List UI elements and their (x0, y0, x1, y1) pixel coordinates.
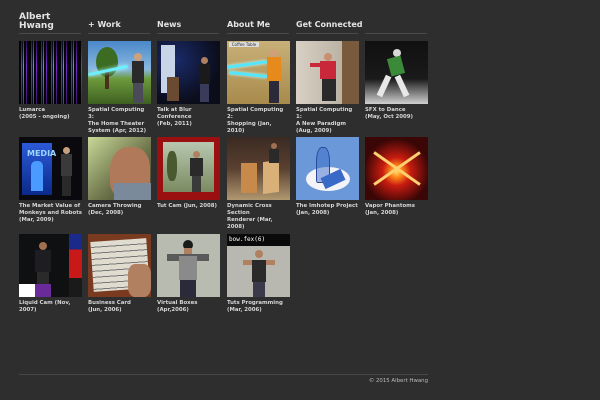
project-thumbnail (365, 41, 428, 104)
project-thumbnail (296, 41, 359, 104)
nav-divider (19, 33, 81, 34)
thumbnail-caption: bow.fex(6) (229, 236, 266, 243)
nav-divider (227, 33, 289, 34)
project-thumbnail: Coffee Table (227, 41, 290, 104)
project-tile-market-value[interactable]: MEDIA The Market Value of Monkeys and Ro… (19, 137, 82, 224)
project-title: Tuts Programming (227, 300, 283, 306)
project-date: (Mar, 2006) (227, 307, 262, 313)
project-tile-tut-cam[interactable]: Tut Cam (Jun, 2008) (157, 137, 220, 210)
project-date: (Jan, 2008) (365, 210, 399, 216)
project-date: (Mar, 2009) (19, 217, 54, 223)
project-tile-business-card[interactable]: Business Card (Jun, 2006) (88, 234, 151, 314)
project-subtitle: The Home Theater (88, 121, 145, 127)
project-thumbnail (19, 41, 82, 104)
thumbnail-caption: MEDIA (27, 149, 57, 158)
project-title: Camera Throwing (88, 203, 142, 209)
project-tile-vapor-phantoms[interactable]: Vapor Phantoms (Jan, 2008) (365, 137, 428, 217)
project-title: Spatial Computing 2: (227, 107, 284, 120)
project-tile-tuts-programming[interactable]: bow.fex(6) Tuts Programming (Mar, 2006) (227, 234, 290, 314)
project-thumbnail (88, 41, 151, 104)
project-date: (2005 - ongoing) (19, 114, 70, 120)
project-tile-blur-conference[interactable]: Talk at Blur Conference (Feb, 2011) (157, 41, 220, 128)
project-title: Vapor Phantoms (365, 203, 415, 209)
project-date: System (Apr, 2012) (88, 128, 147, 134)
project-tile-spatial-computing-3[interactable]: Spatial Computing 3: The Home Theater Sy… (88, 41, 151, 135)
project-title: Liquid Cam (Nov, 2007) (19, 300, 71, 313)
project-thumbnail (19, 234, 82, 297)
nav-news[interactable]: News (157, 20, 181, 29)
project-title: The Market Value of (19, 203, 81, 209)
nav-divider (88, 33, 150, 34)
nav-divider (157, 33, 219, 34)
project-thumbnail (88, 137, 151, 200)
site-title[interactable]: Albert Hwang (19, 13, 54, 31)
project-title: Lumarca (19, 107, 46, 113)
project-tile-imhotep[interactable]: The Imhotep Project (Jan, 2008) (296, 137, 359, 217)
project-title: Dynamic Cross Section (227, 203, 272, 216)
project-date: (Jun, 2006) (88, 307, 122, 313)
project-date: (Aug, 2009) (296, 128, 332, 134)
project-thumbnail: MEDIA (19, 137, 82, 200)
project-subtitle: Monkeys and Robots (19, 210, 83, 216)
nav-divider (296, 33, 358, 34)
project-tile-spatial-computing-2[interactable]: Coffee Table Spatial Computing 2: Shoppi… (227, 41, 290, 135)
project-thumbnail (157, 137, 220, 200)
footer-divider (19, 374, 428, 375)
project-date: Renderer (Mar, 2008) (227, 217, 273, 230)
project-tile-spatial-computing-1[interactable]: Spatial Computing 1: A New Paradigm (Aug… (296, 41, 359, 135)
nav-work[interactable]: + Work (88, 20, 121, 29)
project-date: (May, Oct 2009) (365, 114, 414, 120)
footer-copyright: © 2015 Albert Hwang (368, 378, 428, 384)
thumbnail-caption: Coffee Table (229, 42, 259, 47)
project-thumbnail (296, 137, 359, 200)
project-title: Talk at Blur Conference (157, 107, 192, 120)
project-thumbnail: bow.fex(6) (227, 234, 290, 297)
nav-divider (365, 33, 427, 34)
project-tile-liquid-cam[interactable]: Liquid Cam (Nov, 2007) (19, 234, 82, 314)
project-subtitle: A New Paradigm (296, 121, 346, 127)
project-tile-virtual-boxes[interactable]: Virtual Boxes (Apr,2006) (157, 234, 220, 314)
nav-about-me[interactable]: About Me (227, 20, 270, 29)
project-date: (Feb, 2011) (157, 121, 192, 127)
project-date: (Apr,2006) (157, 307, 189, 313)
project-thumbnail (157, 234, 220, 297)
project-thumbnail (227, 137, 290, 200)
project-tile-sfx-to-dance[interactable]: SFX to Dance (May, Oct 2009) (365, 41, 428, 121)
project-date: Shopping (Jan, 2010) (227, 121, 272, 134)
project-title: SFX to Dance (365, 107, 406, 113)
project-title: The Imhotep Project (296, 203, 358, 209)
project-title: Spatial Computing 3: (88, 107, 145, 120)
project-date: (Jan, 2008) (296, 210, 330, 216)
project-tile-lumarca[interactable]: Lumarca (2005 - ongoing) (19, 41, 82, 121)
project-thumbnail (365, 137, 428, 200)
project-title: Business Card (88, 300, 131, 306)
site-title-line-2: Hwang (19, 21, 54, 31)
project-title: Tut Cam (Jun, 2008) (157, 203, 217, 209)
project-thumbnail (88, 234, 151, 297)
project-tile-dynamic-cross-section[interactable]: Dynamic Cross Section Renderer (Mar, 200… (227, 137, 290, 231)
project-date: (Dec, 2008) (88, 210, 124, 216)
project-title: Spatial Computing 1: (296, 107, 353, 120)
project-title: Virtual Boxes (157, 300, 198, 306)
nav-get-connected[interactable]: Get Connected (296, 20, 363, 29)
project-thumbnail (157, 41, 220, 104)
project-tile-camera-throwing[interactable]: Camera Throwing (Dec, 2008) (88, 137, 151, 217)
